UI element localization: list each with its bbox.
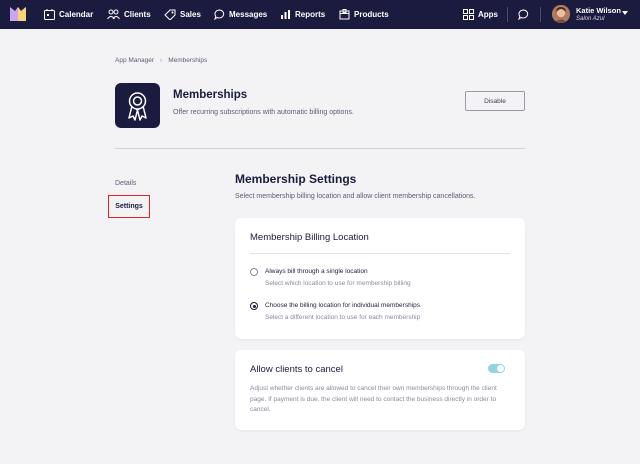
sidebar-item-details[interactable]: Details xyxy=(115,180,136,187)
page-subtitle: Offer recurring subscriptions with autom… xyxy=(173,109,354,116)
nav-divider xyxy=(507,7,508,22)
billing-card-title: Membership Billing Location xyxy=(250,232,369,243)
radio-individual-location[interactable] xyxy=(250,302,258,310)
nav-clients-label: Clients xyxy=(124,10,151,19)
breadcrumb-current: Memberships xyxy=(168,57,208,64)
nav-messages[interactable]: Messages xyxy=(214,0,267,29)
nav-clients[interactable]: Clients xyxy=(107,0,151,29)
nav-sales-label: Sales xyxy=(180,10,201,19)
sidebar-item-settings-label: Settings xyxy=(115,203,143,210)
nav-calendar-label: Calendar xyxy=(59,10,94,19)
user-business: Salon Azul xyxy=(576,16,605,22)
nav-divider xyxy=(540,7,541,22)
nav-sales[interactable]: Sales xyxy=(164,0,201,29)
bar-chart-icon xyxy=(281,10,290,19)
clients-icon xyxy=(107,9,120,20)
calendar-icon xyxy=(44,9,55,20)
nav-reports[interactable]: Reports xyxy=(280,0,325,29)
allow-cancel-toggle[interactable] xyxy=(488,364,505,373)
breadcrumb-app-manager[interactable]: App Manager xyxy=(115,57,154,64)
billing-location-card: Membership Billing Location Always bill … xyxy=(235,218,525,339)
avatar[interactable] xyxy=(552,5,570,23)
chevron-right-icon: › xyxy=(160,57,163,64)
sidebar-item-settings[interactable]: Settings xyxy=(108,195,150,218)
chevron-down-icon[interactable] xyxy=(622,11,628,15)
membership-award-icon xyxy=(115,83,160,128)
nav-apps[interactable]: Apps xyxy=(463,0,498,29)
chat-icon xyxy=(214,9,225,20)
nav-reports-label: Reports xyxy=(295,10,326,19)
nav-messages-label: Messages xyxy=(229,10,268,19)
box-icon xyxy=(339,9,350,20)
nav-products[interactable]: Products xyxy=(339,0,389,29)
option-single-location-label[interactable]: Always bill through a single location xyxy=(265,268,368,275)
allow-cancel-title: Allow clients to cancel xyxy=(250,364,343,375)
section-subtitle: Select membership billing location and a… xyxy=(235,193,476,200)
toggle-knob xyxy=(497,365,504,372)
allow-cancel-description: Adjust whether clients are allowed to ca… xyxy=(250,385,497,413)
tag-icon xyxy=(164,9,176,20)
nav-chat-button[interactable] xyxy=(518,0,533,29)
option-individual-location-label[interactable]: Choose the billing location for individu… xyxy=(265,302,420,309)
card-divider xyxy=(250,253,510,254)
speech-bubble-icon xyxy=(518,9,529,20)
breadcrumb: App Manager › Memberships xyxy=(115,57,207,64)
user-name[interactable]: Katie Wilson xyxy=(576,6,621,15)
brand-logo-icon[interactable] xyxy=(10,7,26,21)
nav-products-label: Products xyxy=(354,10,389,19)
option-single-location-sub: Select which location to use for members… xyxy=(265,280,411,287)
top-nav-bar: Calendar Clients Sales Messages Reports … xyxy=(0,0,640,29)
radio-single-location[interactable] xyxy=(250,268,258,276)
nav-calendar[interactable]: Calendar xyxy=(44,0,93,29)
option-individual-location-sub: Select a different location to use for e… xyxy=(265,314,421,321)
nav-apps-label: Apps xyxy=(478,10,498,19)
header-divider xyxy=(115,148,525,149)
disable-button[interactable]: Disable xyxy=(465,91,525,111)
apps-grid-icon xyxy=(463,9,474,20)
allow-cancel-card: Allow clients to cancel Adjust whether c… xyxy=(235,350,525,430)
section-title: Membership Settings xyxy=(235,172,357,186)
page-title: Memberships xyxy=(173,89,248,101)
